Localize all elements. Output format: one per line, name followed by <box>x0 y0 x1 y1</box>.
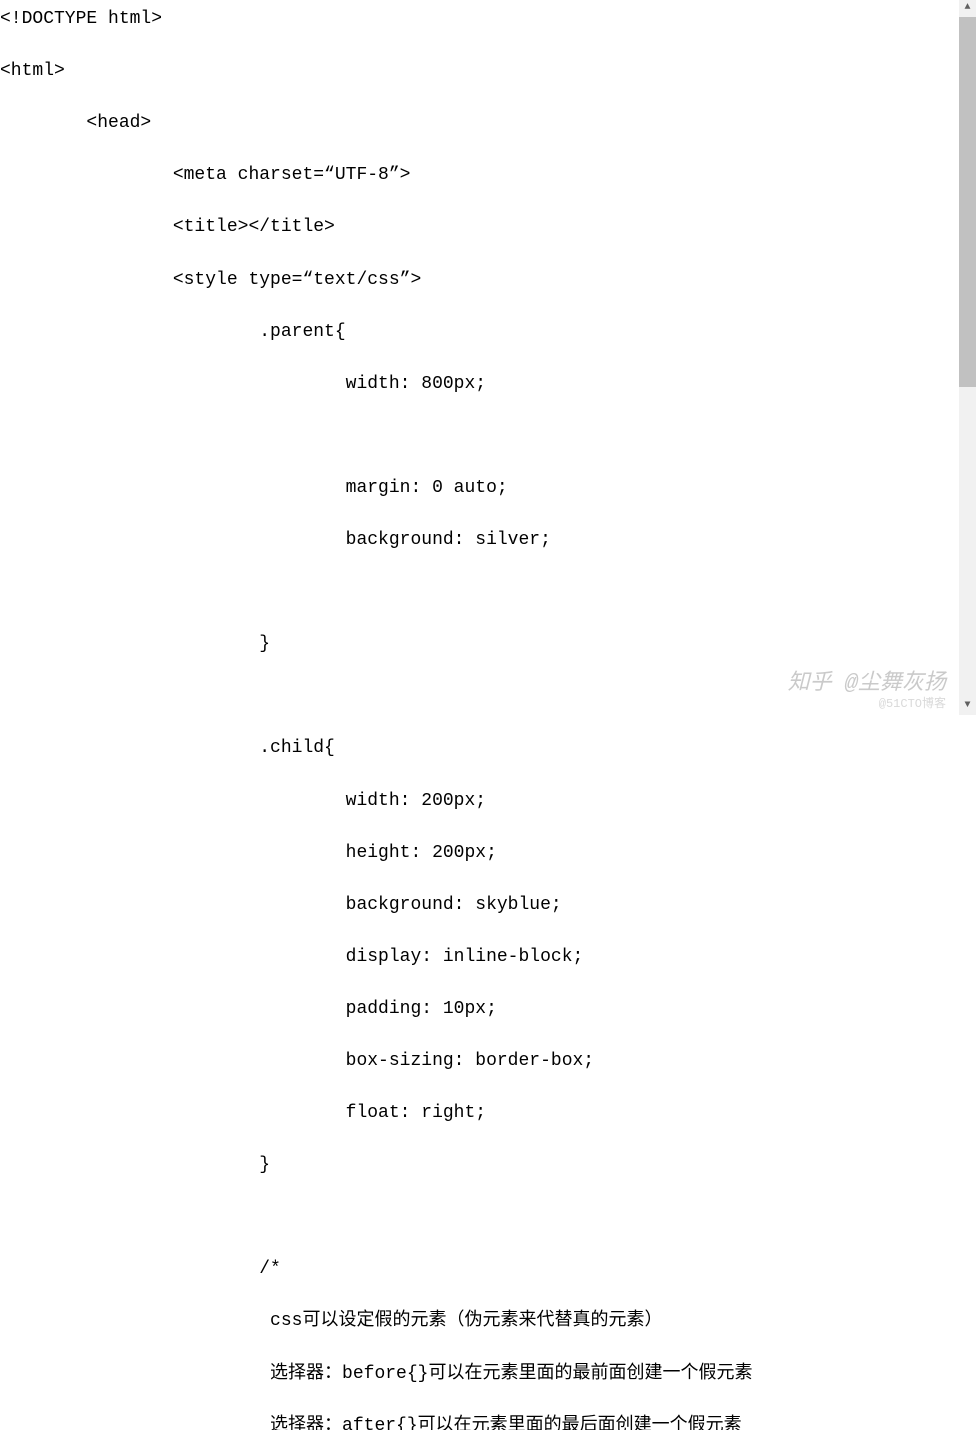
code-line: <style type=“text/css”> <box>0 267 945 293</box>
chevron-down-icon: ▼ <box>964 699 970 714</box>
code-line: padding: 10px; <box>0 996 945 1022</box>
code-line <box>0 1204 945 1230</box>
code-content: <!DOCTYPE html> <html> <head> <meta char… <box>0 0 945 715</box>
code-line: /* <box>0 1256 945 1282</box>
code-line: <title></title> <box>0 214 945 240</box>
code-line: background: skyblue; <box>0 892 945 918</box>
code-line: background: silver; <box>0 527 945 553</box>
vertical-scrollbar[interactable]: ▲ ▼ <box>959 0 976 715</box>
code-line: css可以设定假的元素（伪元素来代替真的元素） <box>0 1308 945 1334</box>
code-line: float: right; <box>0 1100 945 1126</box>
code-line: 选择器：after{}可以在元素里面的最后面创建一个假元素 <box>0 1413 945 1430</box>
code-line <box>0 579 945 605</box>
code-line: .child{ <box>0 735 945 761</box>
code-line: display: inline-block; <box>0 944 945 970</box>
code-line: width: 200px; <box>0 788 945 814</box>
code-line: height: 200px; <box>0 840 945 866</box>
code-line: .parent{ <box>0 319 945 345</box>
code-line: <head> <box>0 110 945 136</box>
scroll-down-button[interactable]: ▼ <box>959 698 976 715</box>
scroll-up-button[interactable]: ▲ <box>959 0 976 17</box>
code-line: width: 800px; <box>0 371 945 397</box>
code-line: <!DOCTYPE html> <box>0 6 945 32</box>
code-line: 选择器：before{}可以在元素里面的最前面创建一个假元素 <box>0 1361 945 1387</box>
code-line <box>0 423 945 449</box>
code-line: box-sizing: border-box; <box>0 1048 945 1074</box>
scrollbar-thumb[interactable] <box>959 17 976 387</box>
code-line: margin: 0 auto; <box>0 475 945 501</box>
code-line: } <box>0 631 945 657</box>
chevron-up-icon: ▲ <box>964 1 970 16</box>
code-line: } <box>0 1152 945 1178</box>
code-line: <meta charset=“UTF-8”> <box>0 162 945 188</box>
code-line: <html> <box>0 58 945 84</box>
code-line <box>0 683 945 709</box>
